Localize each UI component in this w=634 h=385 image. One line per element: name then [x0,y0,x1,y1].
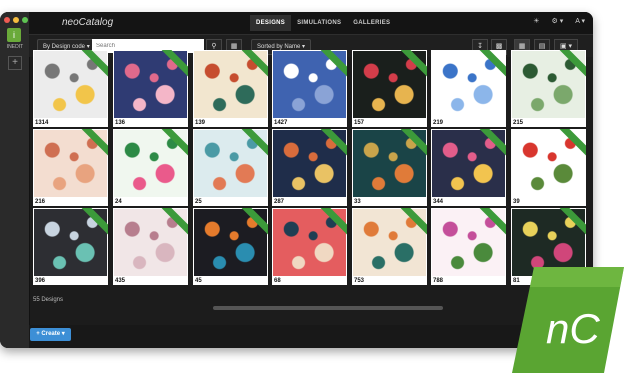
design-code-label: 788 [433,278,444,284]
design-code-label: 45 [195,278,202,284]
design-tile[interactable]: 216 [33,129,108,206]
top-bar: neoCatalog DESIGNS SIMULATIONS GALLERIES… [29,12,593,35]
design-code-label: 753 [354,278,365,284]
design-tile[interactable]: 24 [113,129,188,206]
app-icon[interactable]: i [7,28,21,42]
side-panel: i INEDIT + [0,12,30,348]
design-tile[interactable]: 344 [431,129,506,206]
neocatalog-logo: nC [512,267,624,373]
design-tile[interactable]: 1314 [33,50,108,127]
maximize-icon[interactable] [22,17,28,23]
add-workspace-button[interactable]: + [8,56,22,70]
design-code-label: 157 [354,120,365,126]
design-code-label: 215 [513,120,524,126]
user-menu[interactable]: A ▾ [575,17,585,25]
design-grid: 1314 136 139 1427 157 219 215 216 24 25 287 33 344 39… [33,50,591,300]
design-tile[interactable]: 139 [193,50,268,127]
design-code-label: 136 [115,120,126,126]
minimize-icon[interactable] [13,17,19,23]
design-tile[interactable]: 136 [113,50,188,127]
design-code-label: 219 [433,120,444,126]
tab-simulations[interactable]: SIMULATIONS [291,15,347,31]
design-tile[interactable]: 1427 [272,50,347,127]
design-tile[interactable]: 396 [33,208,108,285]
design-tile[interactable]: 435 [113,208,188,285]
design-code-label: 1314 [35,120,49,126]
logo-text: nC [546,305,600,352]
notifications-icon[interactable]: ☀ [533,17,539,25]
design-code-label: 25 [195,199,202,205]
design-code-label: 68 [274,278,281,284]
design-code-label: 216 [35,199,46,205]
window-controls [4,17,28,23]
close-icon[interactable] [4,17,10,23]
settings-icon[interactable]: ⚙ ▾ [552,17,564,25]
design-tile[interactable]: 287 [272,129,347,206]
design-code-label: 39 [513,199,520,205]
top-right-controls: ☀ ⚙ ▾ A ▾ [533,17,585,25]
design-code-label: 1427 [274,120,288,126]
design-tile[interactable]: 68 [272,208,347,285]
design-tile[interactable]: 33 [352,129,427,206]
tab-designs[interactable]: DESIGNS [250,15,292,31]
design-count: 55 Designs [33,297,64,303]
create-button[interactable]: + Create ▾ [30,328,71,341]
design-code-label: 139 [195,120,206,126]
design-tile[interactable]: 215 [511,50,586,127]
main-nav: DESIGNS SIMULATIONS GALLERIES [250,15,396,31]
design-tile[interactable]: 25 [193,129,268,206]
design-code-label: 33 [354,199,361,205]
design-tile[interactable]: 45 [193,208,268,285]
tab-galleries[interactable]: GALLERIES [347,15,396,31]
design-code-label: 344 [433,199,444,205]
design-tile[interactable]: 39 [511,129,586,206]
design-tile[interactable]: 157 [352,50,427,127]
horizontal-scrollbar[interactable] [213,306,443,310]
app-label: INEDIT [6,44,24,50]
brand-logo: neoCatalog [62,17,114,28]
bottom-bar [29,325,593,348]
design-code-label: 287 [274,199,285,205]
design-code-label: 435 [115,278,126,284]
design-code-label: 396 [35,278,46,284]
design-tile[interactable]: 219 [431,50,506,127]
design-tile[interactable]: 788 [431,208,506,285]
design-tile[interactable]: 753 [352,208,427,285]
design-code-label: 24 [115,199,122,205]
